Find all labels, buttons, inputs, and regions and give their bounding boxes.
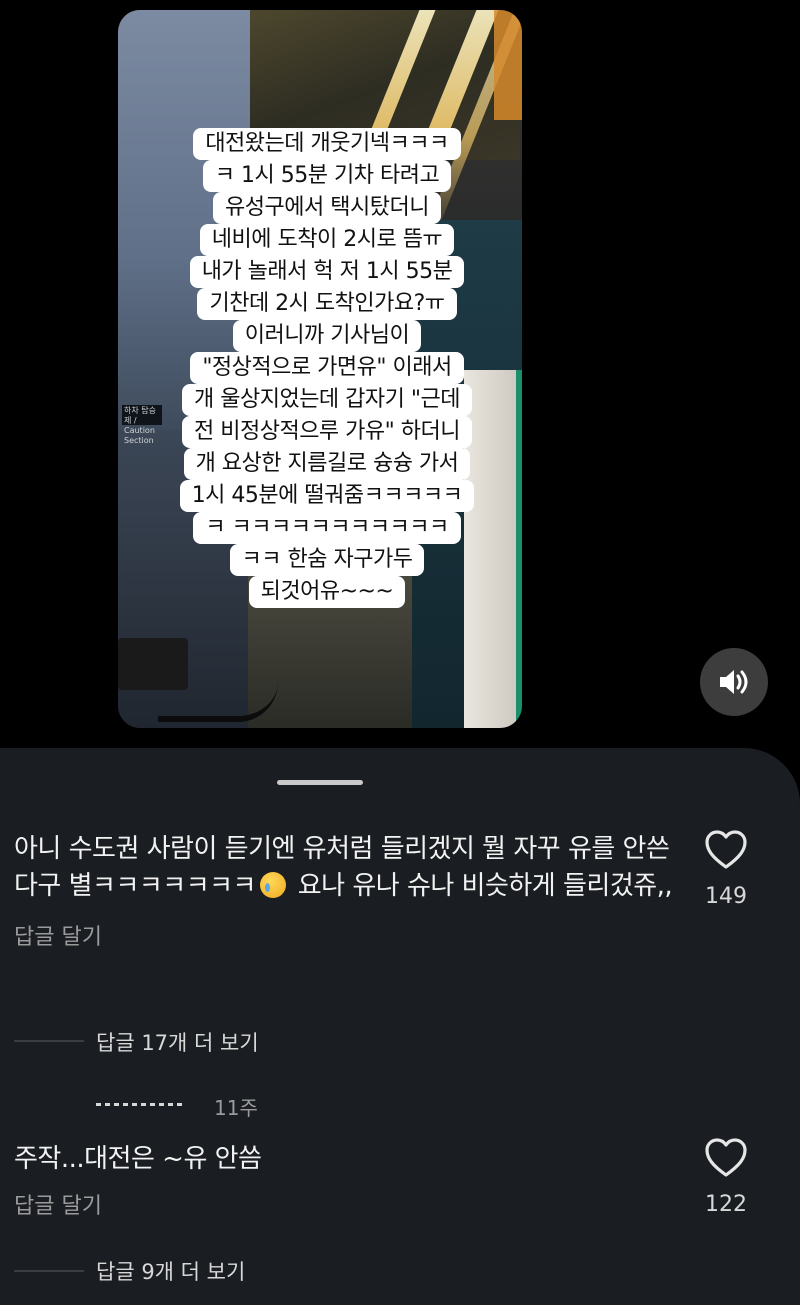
view-more-replies[interactable]: 답글 9개 더 보기 — [96, 1256, 245, 1286]
sound-toggle-button[interactable] — [700, 648, 768, 716]
caption-line: 되것어유~~~ — [248, 576, 406, 608]
caution-sign: 하차 탑승제 / Caution Section — [122, 405, 162, 445]
crying-face-emoji-icon — [259, 872, 286, 898]
video-bg-orange — [494, 10, 522, 120]
caption-line: 전 비정상적으루 가유" 하더니 — [182, 416, 472, 448]
caption-line: 개 울상지었는데 갑자기 "근데 — [182, 384, 472, 416]
view-more-replies[interactable]: 답글 17개 더 보기 — [96, 1027, 259, 1057]
like-count: 149 — [705, 884, 747, 909]
caption-line: 대전왔는데 개웃기넥ㅋㅋㅋ — [193, 128, 461, 160]
heart-icon[interactable] — [704, 830, 748, 870]
video-area: 하차 탑승제 / Caution Section 대전왔는데 개웃기넥ㅋㅋㅋ ㅋ… — [0, 0, 800, 760]
comment: 주작...대전은 ~유 안씀 답글 달기 — [14, 1141, 674, 1220]
sheet-drag-handle[interactable] — [277, 780, 363, 785]
caption-line: 유성구에서 택시탔더니 — [213, 192, 441, 224]
caption-line: 1시 45분에 떨궈줌ㅋㅋㅋㅋㅋ — [179, 480, 475, 512]
caption-line: 네비에 도착이 2시로 뜸ㅠ — [199, 224, 455, 256]
comment-text-part: 요나 유나 슈나 비슷하게 들리겄쥬,, — [289, 871, 673, 901]
divider — [14, 1270, 84, 1272]
caption-line: "정상적으로 가면유" 이래서 — [190, 352, 464, 384]
comment: 아니 수도권 사람이 듣기엔 유처럼 들리겠지 뭘 자꾸 유를 안쓴다구 별ㅋㅋ… — [14, 831, 674, 951]
heart-icon[interactable] — [704, 1138, 748, 1178]
caption-line: 기찬데 2시 도착인가요?ㅠ — [197, 288, 457, 320]
comments-sheet: 아니 수도권 사람이 듣기엔 유처럼 들리겠지 뭘 자꾸 유를 안쓴다구 별ㅋㅋ… — [0, 748, 800, 1305]
caption-line: ㅋㅋ 한숨 자구가두 — [229, 544, 425, 576]
caption-line: ㅋ ㅋㅋㅋㅋㅋㅋㅋㅋㅋㅋㅋ — [193, 512, 461, 544]
comment-text: 주작...대전은 ~유 안씀 — [14, 1144, 262, 1174]
like-count: 122 — [705, 1192, 747, 1217]
caption-line: 이러니까 기사님이 — [232, 320, 422, 352]
username-faded — [96, 1103, 184, 1106]
caption-line: 개 요상한 지름길로 슝슝 가서 — [183, 448, 471, 480]
caution-sign-text: 하차 탑승제 / Caution Section — [124, 406, 156, 445]
reply-button[interactable]: 답글 달기 — [14, 1188, 674, 1220]
comment-text: 아니 수도권 사람이 듣기엔 유처럼 들리겠지 뭘 자꾸 유를 안쓴다구 별ㅋㅋ… — [14, 831, 674, 905]
like-control[interactable]: 149 — [700, 830, 752, 909]
reply-button[interactable]: 답글 달기 — [14, 919, 674, 951]
caption-line: ㅋ 1시 55분 기차 타려고 — [202, 160, 452, 192]
video-caption: 대전왔는데 개웃기넥ㅋㅋㅋ ㅋ 1시 55분 기차 타려고 유성구에서 택시탔더… — [157, 128, 497, 608]
comment-age: 11주 — [214, 1096, 258, 1120]
video-bg-stripe — [516, 370, 522, 728]
like-control[interactable]: 122 — [700, 1138, 752, 1217]
speaker-icon — [720, 670, 748, 694]
divider — [14, 1040, 84, 1042]
caption-line: 내가 놀래서 헉 저 1시 55분 — [189, 256, 465, 288]
